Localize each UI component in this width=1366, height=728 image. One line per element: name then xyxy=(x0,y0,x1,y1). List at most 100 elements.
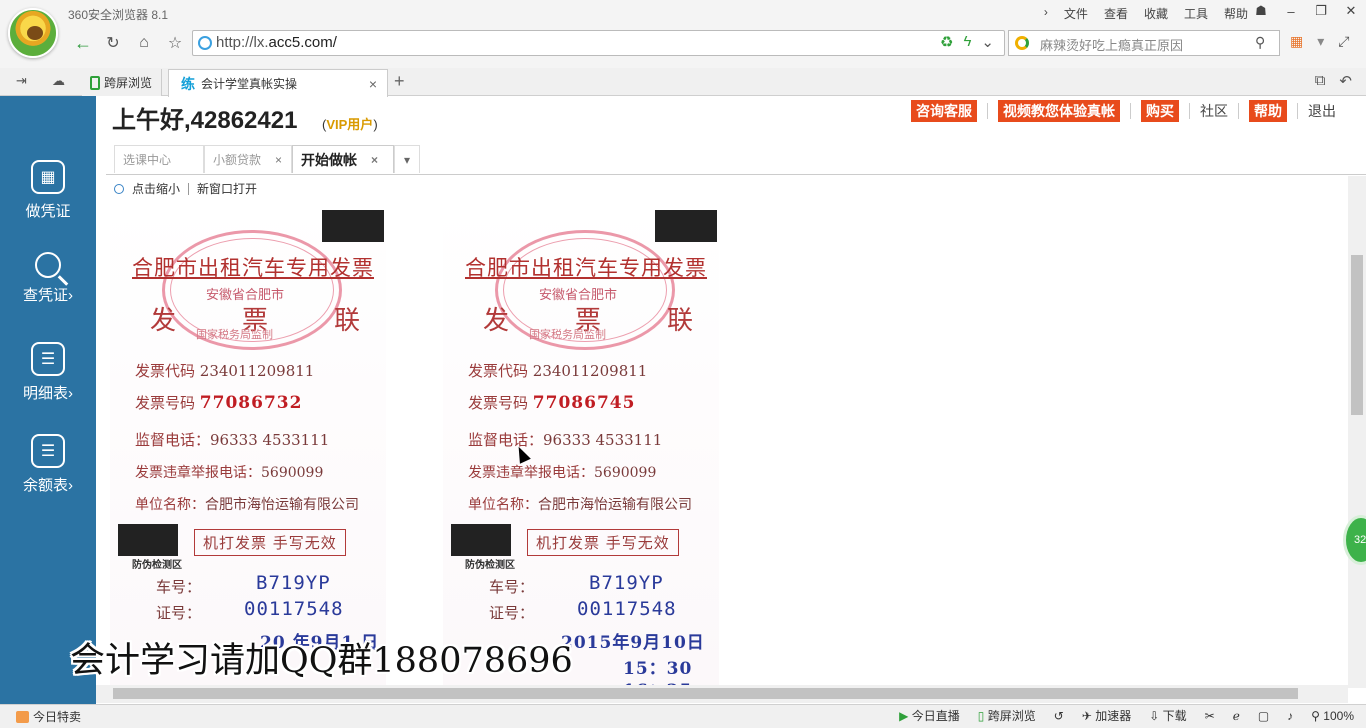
menu-help[interactable]: 帮助 xyxy=(1224,5,1248,22)
logout-link[interactable]: 退出 xyxy=(1308,101,1336,121)
tab-start-bookkeeping[interactable]: 开始做帐 × xyxy=(292,145,394,173)
char: 联 xyxy=(666,306,693,336)
cross-screen-link[interactable]: ▯ 跨屏浏览 xyxy=(978,707,1036,724)
skin-icon[interactable]: ☗ xyxy=(1246,0,1276,22)
seal-text: 国家税务局监制 xyxy=(196,329,273,341)
tab-tools: ⧉ ↶ xyxy=(1315,72,1352,90)
zoom-out-icon[interactable] xyxy=(114,183,124,194)
search-engine-icon[interactable] xyxy=(1015,36,1029,50)
vip-badge: (VIP用户) xyxy=(322,114,378,133)
car-plate: B719YP xyxy=(256,572,331,594)
field-label: 车号： xyxy=(156,578,202,596)
vertical-scrollbar[interactable] xyxy=(1348,176,1366,688)
new-window-link[interactable]: 新窗口打开 xyxy=(197,180,257,197)
field-label: 单位名称： xyxy=(135,497,205,513)
tabs-dropdown-button[interactable]: ▾ xyxy=(394,145,420,173)
zoom-control[interactable]: ⚲ 100% xyxy=(1311,709,1354,723)
close-button[interactable]: ✕ xyxy=(1336,0,1366,22)
window-icon[interactable]: ▢ xyxy=(1258,709,1269,723)
phone-line: 监督电话：96333 4533111 xyxy=(468,429,662,450)
tab-small-loan[interactable]: 小额贷款 × xyxy=(204,145,292,173)
list-icon: ☰ xyxy=(31,434,65,468)
cloud-icon[interactable]: ☁ xyxy=(52,73,65,89)
undo-close-icon[interactable]: ↶ xyxy=(1339,72,1352,90)
zoom-icon: ⚲ xyxy=(1311,708,1320,723)
chevron-down-icon[interactable]: ⌄ xyxy=(981,33,994,51)
browser-logo-icon[interactable] xyxy=(8,8,58,58)
app-sidebar: ▦ 做凭证 查凭证› ☰ 明细表› ☰ 余额表› xyxy=(0,96,96,704)
accelerator-link[interactable]: ✈ 加速器 xyxy=(1082,707,1131,724)
url-domain: acc5.com/ xyxy=(268,34,337,51)
tab-close-icon[interactable]: × xyxy=(369,76,377,92)
phone-icon xyxy=(90,75,100,90)
menu-tools[interactable]: 工具 xyxy=(1184,5,1208,22)
unit-line: 单位名称：合肥市海怡运输有限公司 xyxy=(468,494,692,514)
volume-icon[interactable]: ♪ xyxy=(1287,709,1293,723)
menu-file[interactable]: 文件 xyxy=(1064,5,1088,22)
menu-chevron-icon[interactable]: › xyxy=(1044,5,1048,22)
favorite-star-icon[interactable]: ☆ xyxy=(164,32,186,54)
company-name: 合肥市海怡运输有限公司 xyxy=(205,497,359,513)
tab-list-icon[interactable]: ⧉ xyxy=(1315,72,1326,90)
tab-cross-screen[interactable]: 跨屏浏览 xyxy=(82,69,162,96)
tab-accounting[interactable]: 练会计学堂真帐实操 × xyxy=(168,69,388,97)
field-label: 发票号码 xyxy=(468,394,529,412)
menu-favorites[interactable]: 收藏 xyxy=(1144,5,1168,22)
menu-view[interactable]: 查看 xyxy=(1104,5,1128,22)
lightning-icon[interactable]: ϟ xyxy=(963,33,971,51)
community-link[interactable]: 社区 xyxy=(1200,101,1228,121)
minimize-button[interactable]: – xyxy=(1276,0,1306,22)
field-label: 单位名称： xyxy=(468,497,538,513)
char: 联 xyxy=(333,306,360,336)
chevron-right-icon: › xyxy=(68,287,73,304)
field-label: 证号： xyxy=(156,604,202,622)
sidebar-item-query-voucher[interactable]: 查凭证› xyxy=(0,252,96,332)
download-icon: ⇩ xyxy=(1149,709,1160,723)
apps-dropdown-icon[interactable]: ▾ xyxy=(1317,33,1324,50)
char: 发 xyxy=(150,306,177,336)
screenshot-icon[interactable]: ✂ xyxy=(1205,709,1215,723)
video-tour-button[interactable]: 视频教您体验真帐 xyxy=(998,100,1120,122)
apps-grid-icon[interactable]: ▦ xyxy=(1290,33,1303,50)
help-button[interactable]: 帮助 xyxy=(1249,100,1287,122)
tab-course-center[interactable]: 选课中心 xyxy=(114,145,204,173)
close-icon[interactable]: × xyxy=(275,153,282,167)
search-icon[interactable]: ⚲ xyxy=(1255,34,1265,51)
machine-print-note: 机打发票 手写无效 xyxy=(527,529,679,556)
download-link[interactable]: ⇩ 下载 xyxy=(1149,707,1186,724)
close-icon[interactable]: × xyxy=(371,153,378,167)
zoom-out-link[interactable]: 点击缩小 xyxy=(132,180,180,197)
sidebar-item-balance-sheet[interactable]: ☰ 余额表› xyxy=(0,434,96,514)
receipt-image: 合肥市出租汽车专用发票 安徽省合肥市 发票联 国家税务局监制 发票代码 2340… xyxy=(110,204,386,688)
recycle-icon[interactable]: ♻ xyxy=(940,33,953,51)
horizontal-scroll-thumb[interactable] xyxy=(113,688,1298,699)
sidebar-item-detail-ledger[interactable]: ☰ 明细表› xyxy=(0,342,96,422)
new-tab-button[interactable]: + xyxy=(394,71,405,92)
field-label: 发票违章举报电话： xyxy=(135,465,261,481)
buy-button[interactable]: 购买 xyxy=(1141,100,1179,122)
list-icon: ☰ xyxy=(31,342,65,376)
maximize-button[interactable]: ❐ xyxy=(1306,0,1336,22)
status-label: 今日直播 xyxy=(911,709,960,723)
status-left[interactable]: 今日特卖 xyxy=(16,708,81,725)
rocket-icon: ✈ xyxy=(1081,709,1092,723)
back-button[interactable]: ← xyxy=(72,32,94,54)
sidebar-item-label: 明细表 xyxy=(22,385,68,402)
reload-button[interactable]: ↻ xyxy=(102,32,124,54)
url-text[interactable]: http://lx.acc5.com/ xyxy=(216,34,337,51)
sidebar-item-make-voucher[interactable]: ▦ 做凭证 xyxy=(0,160,96,240)
fullscreen-icon[interactable]: ⤢ xyxy=(1338,33,1349,50)
anti-counterfeit-label: 防伪检测区 xyxy=(132,560,182,571)
sidebar-toggle-icon[interactable]: ⇥ xyxy=(16,73,27,89)
vertical-scroll-thumb[interactable] xyxy=(1351,255,1363,415)
sidebar-item-label: 做凭证 xyxy=(25,203,71,220)
home-button[interactable]: ⌂ xyxy=(133,32,155,54)
consult-button[interactable]: 咨询客服 xyxy=(911,100,977,122)
live-link[interactable]: ▶ 今日直播 xyxy=(899,707,960,724)
viewer-tools: 点击缩小 新窗口打开 xyxy=(114,180,257,197)
phone-line: 监督电话：96333 4533111 xyxy=(135,429,329,450)
cert-number: 00117548 xyxy=(577,598,677,620)
ie-icon[interactable]: ℯ xyxy=(1233,709,1240,723)
invoice-code: 234011209811 xyxy=(532,362,648,380)
refresh-icon[interactable]: ↺ xyxy=(1054,709,1064,723)
